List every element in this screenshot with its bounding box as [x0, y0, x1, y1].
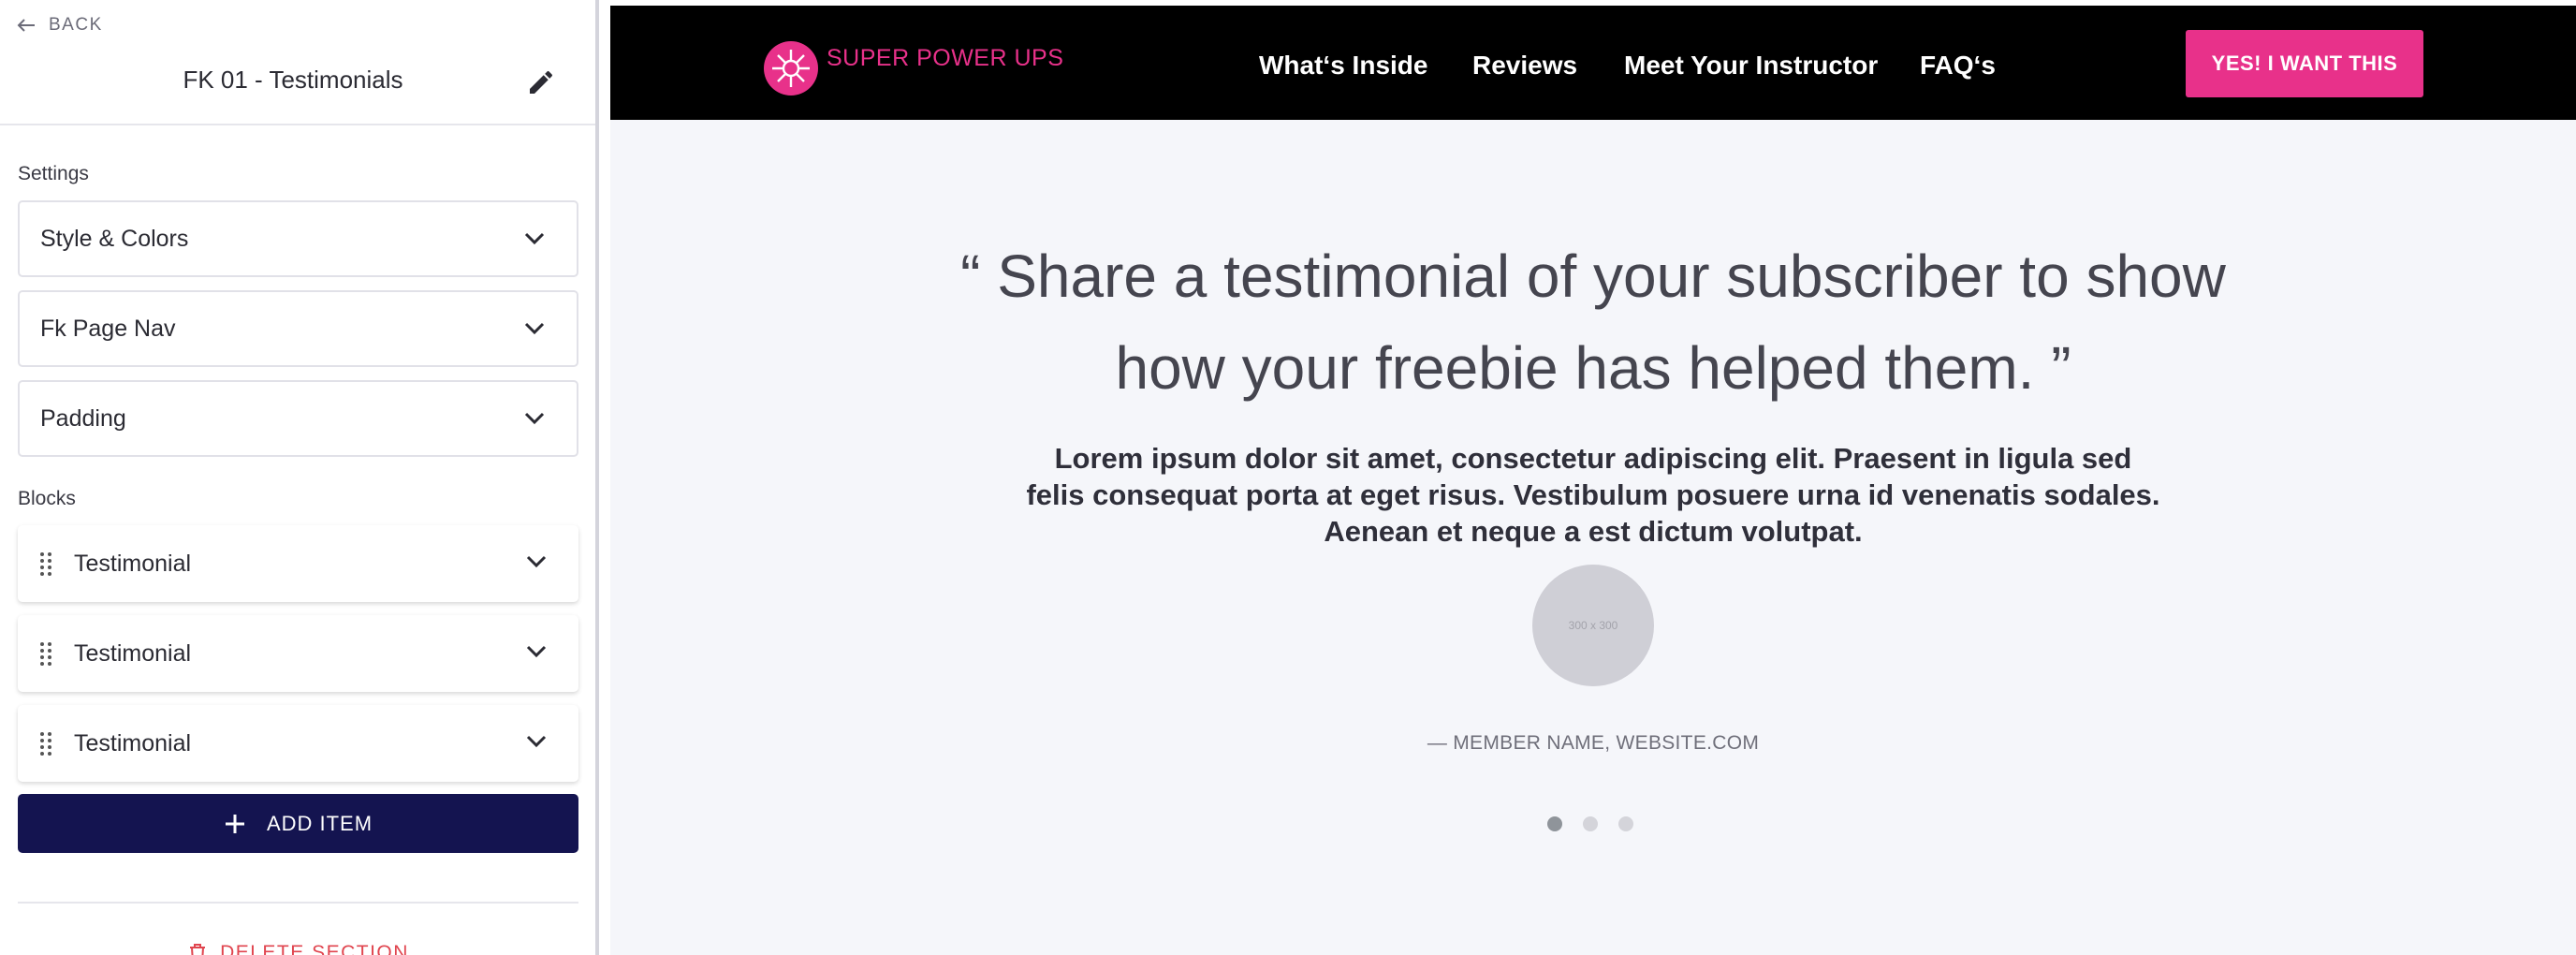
nav-link-reviews[interactable]: Reviews [1472, 51, 1577, 81]
delete-section-button[interactable]: DELETE SECTION [0, 942, 597, 955]
accordion-label: Fk Page Nav [40, 315, 176, 342]
back-button[interactable]: BACK [17, 13, 103, 37]
testimonial-body: Lorem ipsum dolor sit amet, consectetur … [1026, 442, 2160, 548]
settings-label: Settings [18, 163, 89, 184]
chevron-down-icon [524, 412, 545, 425]
accordion-label: Testimonial [74, 639, 192, 667]
member-attribution: — MEMBER NAME, WEBSITE.COM [1427, 732, 1760, 754]
nav-link-meet-instructor[interactable]: Meet Your Instructor [1624, 51, 1878, 81]
avatar: 300 x 300 [1532, 565, 1654, 686]
brand-name[interactable]: SUPER POWER UPS [827, 45, 1063, 72]
slider-dots [1547, 816, 1633, 831]
add-item-button[interactable]: ADD ITEM [18, 794, 578, 853]
add-item-label: ADD ITEM [266, 811, 373, 835]
section-title: FK 01 - Testimonials [183, 66, 403, 94]
slider-dot[interactable] [1583, 816, 1598, 831]
settings-fk-page-nav[interactable]: Fk Page Nav [18, 290, 578, 367]
block-testimonial-2[interactable]: Testimonial [18, 615, 578, 692]
plus-icon [225, 814, 244, 833]
accordion-label: Testimonial [74, 729, 192, 757]
nav-link-faqs[interactable]: FAQ‘s [1920, 51, 1996, 81]
starburst-logo-icon [764, 41, 818, 96]
settings-style-colors[interactable]: Style & Colors [18, 200, 578, 277]
settings-padding[interactable]: Padding [18, 380, 578, 457]
arrow-left-icon [17, 19, 35, 32]
nav-link-whats-inside[interactable]: What‘s Inside [1259, 51, 1427, 81]
drag-handle-icon[interactable] [38, 641, 53, 666]
accordion-label: Padding [40, 404, 126, 432]
testimonial-quote: “ Share a testimonial of your subscriber… [960, 242, 2226, 402]
page-preview: SUPER POWER UPS What‘s Inside Reviews Me… [610, 6, 2576, 955]
divider [18, 902, 578, 904]
trash-icon [190, 944, 206, 955]
accordion-label: Style & Colors [40, 225, 189, 252]
block-testimonial-1[interactable]: Testimonial [18, 525, 578, 602]
delete-section-label: DELETE SECTION [220, 942, 409, 955]
chevron-down-icon [524, 232, 545, 245]
back-label: BACK [49, 15, 103, 35]
drag-handle-icon[interactable] [38, 731, 53, 756]
panel-resize-handle[interactable] [595, 0, 599, 955]
chevron-down-icon [526, 645, 547, 658]
blocks-label: Blocks [18, 488, 76, 509]
chevron-down-icon [524, 322, 545, 335]
slider-dot[interactable] [1618, 816, 1633, 831]
editor-panel: BACK FK 01 - Testimonials Settings Style… [0, 0, 597, 955]
accordion-label: Testimonial [74, 550, 192, 577]
chevron-down-icon [526, 555, 547, 568]
avatar-placeholder-text: 300 x 300 [1568, 619, 1618, 632]
site-navbar: SUPER POWER UPS What‘s Inside Reviews Me… [610, 6, 2576, 120]
divider [0, 124, 595, 125]
block-testimonial-3[interactable]: Testimonial [18, 705, 578, 782]
cta-button[interactable]: YES! I WANT THIS [2186, 30, 2423, 97]
pencil-icon[interactable] [526, 67, 556, 97]
drag-handle-icon[interactable] [38, 551, 53, 576]
chevron-down-icon [526, 735, 547, 748]
slider-dot[interactable] [1547, 816, 1562, 831]
